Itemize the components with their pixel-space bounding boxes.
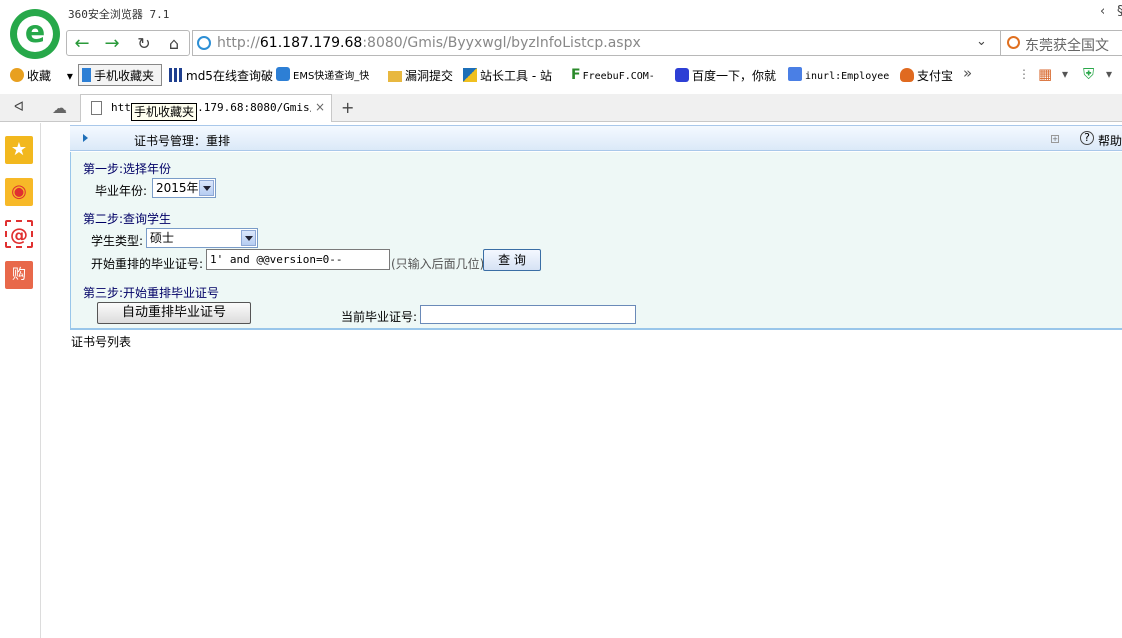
chinaz-icon [463, 68, 477, 82]
bookmark-mobile[interactable]: 手机收藏夹 [82, 67, 154, 84]
bookmark-md5[interactable]: md5在线查询破 [169, 67, 273, 84]
back-icon[interactable]: ← [71, 33, 93, 55]
expand-icon[interactable]: + [1051, 135, 1059, 143]
apps-icon[interactable]: ▦ [1038, 65, 1052, 83]
bookmark-alipay[interactable]: 支付宝 [900, 67, 953, 84]
url-prefix: http:// [217, 35, 260, 51]
document-icon [91, 101, 102, 115]
title-bar: e 360安全浏览器 7.1 ‹ § [0, 0, 1122, 59]
bookmark-chinaz[interactable]: 站长工具 - 站 [463, 67, 552, 84]
search-input[interactable]: 东莞获全国文 [1025, 35, 1109, 55]
panel-body: 第一步:选择年份 毕业年份: 2015年 第二步:查询学生 学生类型: 硕士 开… [70, 152, 1122, 330]
step3-heading: 第三步:开始重排毕业证号 [83, 286, 220, 300]
alipay-icon [900, 68, 914, 82]
grad-year-select[interactable]: 2015年 [152, 178, 216, 198]
folder-icon [388, 71, 402, 82]
paw-icon [675, 68, 689, 82]
chevron-down-icon[interactable]: ▾ [67, 69, 73, 83]
collapse-icon[interactable]: ‹ [1100, 4, 1105, 19]
student-type-label: 学生类型: [91, 234, 144, 248]
browser-sidebar: ★ ◉ @ 购 [0, 123, 41, 638]
new-tab-button[interactable]: + [341, 98, 354, 117]
ems-icon [276, 67, 290, 81]
student-type-select[interactable]: 硕士 [146, 228, 258, 248]
cert-list-label: 证书号列表 [71, 335, 132, 349]
url-host: 61.187.179.68 [259, 35, 363, 51]
navigation-bar: ← → ↻ ⌂ http://61.187.179.68:8080/Gmis/B… [66, 30, 1122, 56]
bookmark-label: 站长工具 - 站 [480, 69, 552, 83]
reload-icon[interactable]: ↻ [133, 33, 155, 55]
sidebar-toggle-icon[interactable]: ᐊ [14, 100, 24, 115]
weibo-icon[interactable]: ◉ [5, 178, 33, 206]
bookmark-ems[interactable]: EMS快递查询_快 [276, 67, 369, 82]
mail-icon[interactable]: @ [5, 220, 33, 248]
url-path: :8080/Gmis/Byyxwgl/byzInfoListcp.aspx [362, 35, 641, 51]
bookmark-label: 百度一下，你就 [692, 69, 777, 83]
current-cert-input[interactable] [420, 305, 636, 324]
tab-active[interactable]: http://61.187.179.68:8080/Gmis/Byyxwgl/b… [80, 94, 332, 122]
shield-icon[interactable]: ⛨ [1083, 65, 1094, 83]
bookmark-label: 漏洞提交 [405, 69, 454, 83]
google-icon [788, 67, 802, 81]
query-button[interactable]: 查 询 [483, 249, 541, 271]
bookmark-label: 收藏 [27, 69, 52, 83]
address-bar[interactable]: http://61.187.179.68:8080/Gmis/Byyxwgl/b… [192, 30, 1092, 56]
student-type-value: 硕士 [150, 231, 175, 245]
menu-dots-icon[interactable]: ⋮ [1018, 67, 1030, 81]
expand-arrow-icon[interactable] [83, 134, 88, 142]
bookmark-label: inurl:Employee [805, 71, 890, 82]
apps-dropdown-icon[interactable]: ▾ [1062, 67, 1068, 81]
bookmarks-bar: 收藏 ▾ 手机收藏夹 md5在线查询破 EMS快递查询_快 漏洞提交 站长工具 … [0, 63, 1122, 87]
bookmark-freebuf[interactable]: F FreebuF.COM- [571, 67, 655, 83]
bookmarks-more-icon[interactable]: » [963, 64, 972, 82]
bookmark-favorites[interactable]: 收藏 ▾ [10, 67, 73, 84]
window-menu-icon[interactable]: § [1117, 4, 1122, 19]
shopping-icon[interactable]: 购 [5, 261, 33, 289]
bookmark-label: 手机收藏夹 [94, 69, 155, 83]
search-box[interactable]: 东莞获全国文 [1000, 30, 1122, 56]
grad-year-label: 毕业年份: [95, 184, 148, 198]
star-icon[interactable]: ★ [5, 136, 33, 164]
url-text[interactable]: http://61.187.179.68:8080/Gmis/Byyxwgl/b… [217, 35, 641, 51]
current-cert-label: 当前毕业证号: [341, 310, 418, 324]
close-icon[interactable]: × [315, 100, 325, 114]
start-cert-label: 开始重排的毕业证号: [91, 257, 204, 271]
address-dropdown-icon[interactable]: ⌄ [976, 34, 987, 49]
bookmark-vuln[interactable]: 漏洞提交 [388, 67, 453, 84]
site-globe-icon [197, 36, 211, 50]
panel-header: 证书号管理：重排 + ? 帮助 [70, 125, 1122, 151]
app-title: 360安全浏览器 7.1 [68, 8, 170, 21]
page-title: 证书号管理：重排 [134, 134, 231, 148]
step2-heading: 第二步:查询学生 [83, 212, 172, 226]
page-content: 证书号管理：重排 + ? 帮助 第一步:选择年份 毕业年份: 2015年 第二步… [41, 123, 1122, 638]
bookmark-baidu[interactable]: 百度一下，你就 [675, 67, 776, 84]
cloud-icon[interactable]: ☁ [52, 99, 67, 117]
tooltip: 手机收藏夹 [131, 103, 198, 121]
browser-logo[interactable]: e [10, 9, 60, 59]
chevron-down-icon[interactable] [199, 180, 214, 196]
bookmark-google[interactable]: inurl:Employee [788, 67, 889, 82]
auto-renumber-button[interactable]: 自动重排毕业证号 [97, 302, 251, 324]
shield-dropdown-icon[interactable]: ▾ [1106, 67, 1112, 81]
star-plus-icon [10, 68, 24, 82]
chevron-down-icon[interactable] [241, 230, 256, 246]
bookmark-label: FreebuF.COM- [582, 71, 655, 82]
home-icon[interactable]: ⌂ [163, 33, 185, 55]
bookmark-label: EMS快递查询_快 [293, 71, 370, 82]
bookmark-label: 支付宝 [917, 69, 954, 83]
help-icon[interactable]: ? [1080, 131, 1094, 145]
phone-icon [82, 68, 91, 82]
browser-logo-letter: e [17, 16, 53, 52]
start-cert-hint: (只输入后面几位) [391, 257, 485, 271]
help-link[interactable]: 帮助 [1098, 132, 1122, 149]
grad-year-value: 2015年 [156, 181, 199, 195]
freebuf-icon: F [571, 67, 581, 83]
forward-icon[interactable]: → [101, 33, 123, 55]
search-icon[interactable] [1007, 36, 1020, 49]
nav-buttons: ← → ↻ ⌂ [66, 30, 190, 56]
step1-heading: 第一步:选择年份 [83, 162, 172, 176]
bookmark-label: md5在线查询破 [186, 69, 273, 83]
grid-icon [169, 68, 183, 82]
start-cert-input[interactable]: 1' and @@version=0-- [206, 249, 390, 270]
